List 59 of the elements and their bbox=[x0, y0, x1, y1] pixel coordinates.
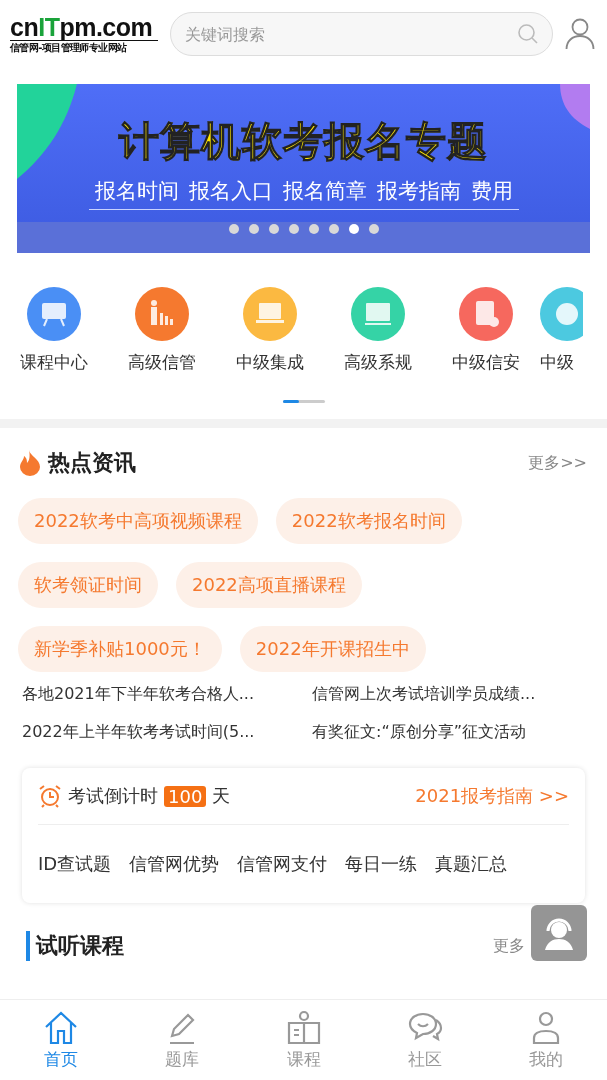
category-label: 中级 bbox=[540, 351, 574, 374]
banner-link[interactable]: 报名简章 bbox=[282, 177, 367, 205]
alarm-clock-icon bbox=[38, 784, 62, 808]
section-title: 试听课程 bbox=[26, 931, 124, 961]
user-icon[interactable] bbox=[565, 18, 595, 50]
category-item[interactable]: 中级集成 bbox=[216, 287, 324, 374]
category-label: 课程中心 bbox=[20, 351, 88, 374]
flame-icon bbox=[20, 450, 40, 476]
carousel-dot[interactable] bbox=[228, 224, 239, 234]
guide-link[interactable]: 2021报考指南 >> bbox=[415, 784, 569, 808]
banner[interactable]: 计算机软考报名专题 报名时间 报名入口 报名简章 报考指南 费用 bbox=[17, 84, 590, 253]
article-link[interactable]: 各地2021年下半年软考合格人... bbox=[22, 682, 312, 706]
banner-link[interactable]: 报考指南 bbox=[376, 177, 461, 205]
carousel-dot[interactable] bbox=[368, 224, 379, 234]
banner-link[interactable]: 费用 bbox=[470, 177, 513, 205]
article-link[interactable]: 有奖征文:“原创分享”征文活动 bbox=[312, 720, 592, 744]
category-item[interactable]: 中级 bbox=[540, 287, 583, 374]
carousel-dot[interactable] bbox=[268, 224, 279, 234]
book-icon bbox=[285, 1009, 322, 1046]
search-icon bbox=[517, 23, 539, 45]
category-item[interactable]: 课程中心 bbox=[0, 287, 108, 374]
carousel-dot[interactable] bbox=[348, 224, 359, 234]
countdown-unit: 天 bbox=[212, 784, 231, 808]
carousel-dot[interactable] bbox=[308, 224, 319, 234]
search-field[interactable]: 关键词搜索 bbox=[170, 12, 553, 56]
category-label: 中级信安 bbox=[452, 351, 520, 374]
more-link[interactable]: 更多 bbox=[493, 935, 525, 957]
category-label: 高级系规 bbox=[344, 351, 412, 374]
category-item[interactable]: 高级信管 bbox=[108, 287, 216, 374]
quick-link[interactable]: 信管网支付 bbox=[237, 852, 328, 876]
category-label: 高级信管 bbox=[128, 351, 196, 374]
quick-link[interactable]: 信管网优势 bbox=[129, 852, 220, 876]
tab[interactable]: 社区 bbox=[364, 1000, 486, 1080]
quick-link[interactable]: 每日一练 bbox=[345, 852, 418, 876]
scroll-indicator bbox=[282, 400, 325, 403]
decor-blob bbox=[560, 84, 590, 129]
article-link[interactable]: 2022年上半年软考考试时间(5... bbox=[22, 720, 312, 744]
banner-title: 计算机软考报名专题 bbox=[119, 117, 488, 166]
category-item[interactable]: 高级系规 bbox=[324, 287, 432, 374]
quick-link[interactable]: 真题汇总 bbox=[435, 852, 508, 876]
countdown-days: 100 bbox=[164, 785, 207, 807]
countdown-label: 考试倒计时 bbox=[68, 784, 158, 808]
carousel-dot[interactable] bbox=[328, 224, 339, 234]
banner-link[interactable]: 报名入口 bbox=[188, 177, 273, 205]
banner-link[interactable]: 报名时间 bbox=[94, 177, 179, 205]
tab[interactable]: 我的 bbox=[485, 1000, 607, 1080]
article-link[interactable]: 信管网上次考试培训学员成绩... bbox=[312, 682, 592, 706]
tab[interactable]: 首页 bbox=[0, 1000, 122, 1080]
tab[interactable]: 题库 bbox=[121, 1000, 243, 1080]
tab[interactable]: 课程 bbox=[242, 1000, 365, 1080]
quick-link[interactable]: ID查试题 bbox=[38, 852, 112, 876]
carousel-dot[interactable] bbox=[288, 224, 299, 234]
more-link[interactable]: 更多>> bbox=[528, 452, 587, 474]
carousel-dot[interactable] bbox=[248, 224, 259, 234]
category-label: 中级集成 bbox=[236, 351, 304, 374]
logo-tagline: 信管网-项目管理师专业网站 bbox=[10, 39, 158, 55]
customer-service-button[interactable] bbox=[531, 905, 587, 961]
section-title: 热点资讯 bbox=[48, 449, 136, 477]
category-item[interactable]: 中级信安 bbox=[432, 287, 540, 374]
